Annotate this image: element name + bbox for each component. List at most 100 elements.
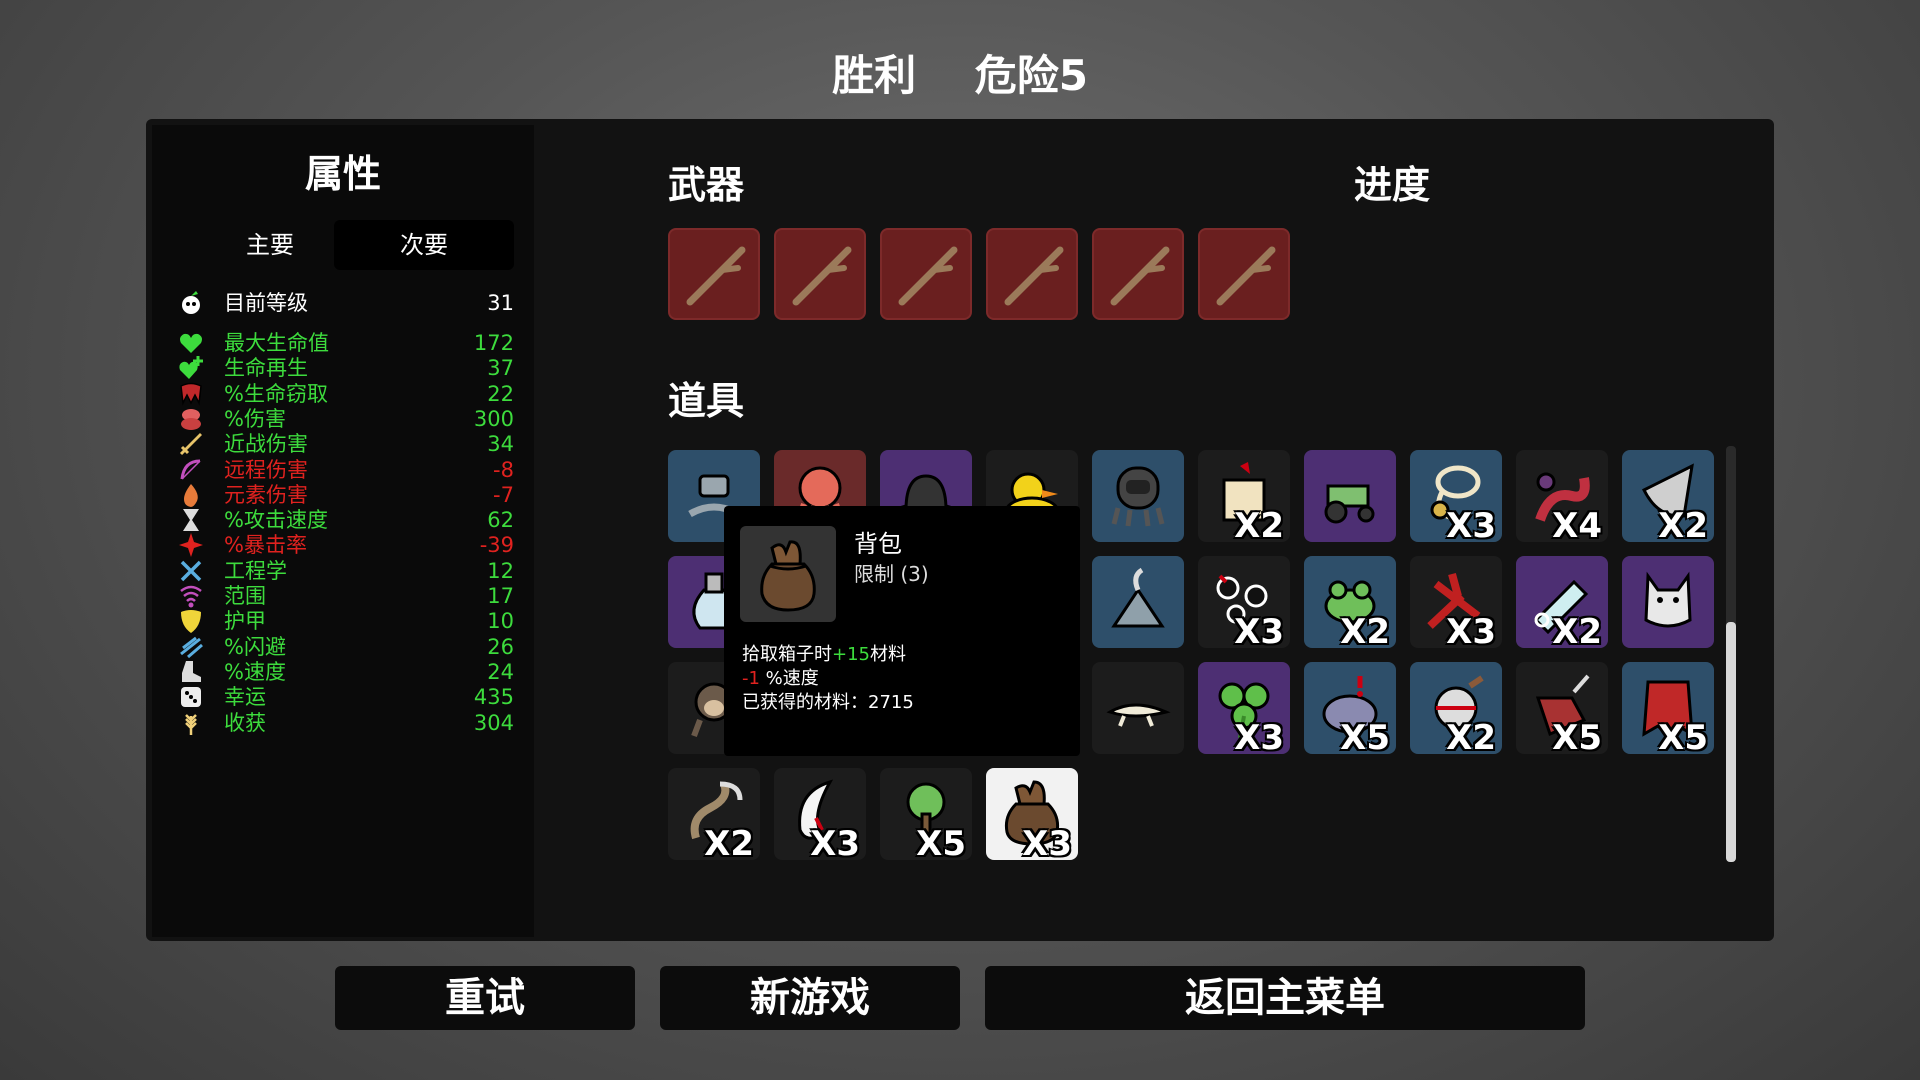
items-scrollbar[interactable] [1726, 446, 1736, 862]
item-quantity: X3 [1446, 612, 1496, 648]
diving-helmet-icon [1111, 466, 1165, 527]
item-slot[interactable]: X3 [1410, 556, 1502, 648]
scroll-thumb[interactable] [1726, 622, 1736, 862]
effect-value: -1 [742, 668, 760, 689]
retry-button[interactable]: 重试 [335, 966, 635, 1030]
tractor-icon [1324, 484, 1375, 524]
effect-text: %速度 [759, 668, 819, 689]
weapon-slot[interactable] [774, 228, 866, 320]
item-quantity: X3 [1234, 612, 1284, 648]
stick-icon [1110, 246, 1170, 306]
item-slot[interactable]: X2 [1622, 450, 1714, 542]
flame-icon [184, 483, 198, 507]
item-slot[interactable] [1622, 556, 1714, 648]
stat-label: 目前等级 [224, 291, 308, 315]
item-slot[interactable]: X2 [668, 768, 760, 860]
item-slot[interactable]: X2 [1198, 450, 1290, 542]
tab-primary[interactable]: 主要 [180, 220, 360, 270]
item-quantity: X2 [1658, 506, 1708, 542]
item-quantity: X3 [1446, 506, 1496, 542]
item-slot[interactable] [1092, 450, 1184, 542]
stick-icon [898, 246, 958, 306]
items-title: 道具 [668, 379, 745, 423]
tooltip-effect-2: -1 %速度 [742, 664, 819, 690]
item-slot[interactable]: X5 [880, 768, 972, 860]
stat-row: 收获 304 [178, 708, 514, 738]
item-slot[interactable]: X4 [1516, 450, 1608, 542]
item-quantity: X5 [916, 824, 966, 860]
stick-icon [686, 246, 746, 306]
stat-value: 31 [487, 291, 514, 315]
item-quantity: X2 [1552, 612, 1602, 648]
stat-row-level: 目前等级 31 [178, 288, 514, 318]
item-slot[interactable] [1092, 556, 1184, 648]
weapon-slot[interactable] [1198, 228, 1290, 320]
progress-title: 进度 [1354, 163, 1431, 207]
item-slot[interactable]: X5 [1516, 662, 1608, 754]
wheat-icon [185, 713, 197, 735]
bag-icon [760, 540, 816, 612]
item-quantity: X3 [1234, 718, 1284, 754]
result-text: 胜利 [832, 51, 917, 100]
effect-value: +15 [832, 644, 870, 665]
new-game-button[interactable]: 新游戏 [660, 966, 960, 1030]
weapon-slot[interactable] [880, 228, 972, 320]
tooltip-item-name: 背包 [854, 530, 902, 558]
stat-label: 收获 [224, 710, 266, 735]
stick-icon [792, 246, 852, 306]
item-slot[interactable] [1304, 450, 1396, 542]
item-slot[interactable]: X5 [1304, 662, 1396, 754]
item-slot[interactable]: X2 [1304, 556, 1396, 648]
item-slot[interactable]: X3 [1198, 556, 1290, 648]
result-title: 胜利 危险5 [0, 42, 1920, 103]
item-slot[interactable]: X2 [1516, 556, 1608, 648]
stat-value: 304 [473, 710, 514, 735]
shield-icon [181, 610, 201, 634]
weapon-slot[interactable] [986, 228, 1078, 320]
item-quantity: X3 [810, 824, 860, 860]
item-slot[interactable]: X2 [1410, 662, 1502, 754]
weapon-slot[interactable] [668, 228, 760, 320]
item-quantity: X4 [1552, 506, 1602, 542]
tooltip-item-limit: 限制 (3) [854, 562, 929, 586]
lizard-icon [1106, 703, 1171, 727]
item-slot[interactable] [1092, 662, 1184, 754]
item-slot[interactable]: X3 [986, 768, 1078, 860]
stats-panel: 属性 主要 次要 目前等级 31 最大生命值 172 生命再生 37 %生命窃取 22 %伤… [152, 125, 534, 937]
dodge-icon [180, 636, 203, 658]
wrench-icon [180, 560, 202, 581]
level-icon [182, 291, 200, 314]
stick-icon [1216, 246, 1276, 306]
weapons-title: 武器 [668, 163, 745, 207]
item-quantity: X2 [1234, 506, 1284, 542]
muscle-icon [181, 408, 201, 430]
sword-icon [179, 433, 202, 456]
tooltip-collected: 已获得的材料：2715 [742, 692, 914, 713]
range-icon [180, 585, 202, 608]
campfire-icon [1111, 567, 1165, 628]
item-quantity: X5 [1340, 718, 1390, 754]
crit-icon [179, 533, 203, 558]
item-quantity: X5 [1552, 718, 1602, 754]
hourglass-icon [183, 509, 199, 532]
tab-secondary[interactable]: 次要 [334, 220, 514, 270]
weapon-slot[interactable] [1092, 228, 1184, 320]
heart-plus-icon [179, 356, 203, 380]
item-slot[interactable]: X3 [1198, 662, 1290, 754]
cat-icon [1644, 571, 1692, 628]
effect-text: 拾取箱子时 [742, 644, 832, 665]
heart-icon [180, 333, 202, 353]
item-slot[interactable]: X3 [774, 768, 866, 860]
main-menu-button[interactable]: 返回主菜单 [985, 966, 1585, 1030]
item-slot[interactable]: X3 [1410, 450, 1502, 542]
stick-icon [1004, 246, 1064, 306]
fangs-icon [180, 382, 202, 406]
item-quantity: X3 [1022, 824, 1072, 860]
item-slot[interactable]: X5 [1622, 662, 1714, 754]
dice-icon [181, 687, 201, 708]
tooltip-item-icon [740, 526, 836, 622]
item-tooltip: 背包 限制 (3) 拾取箱子时+15材料 -1 %速度 已获得的材料：2715 [724, 506, 1080, 756]
item-quantity: X2 [704, 824, 754, 860]
item-quantity: X2 [1340, 612, 1390, 648]
bow-icon [180, 459, 201, 480]
